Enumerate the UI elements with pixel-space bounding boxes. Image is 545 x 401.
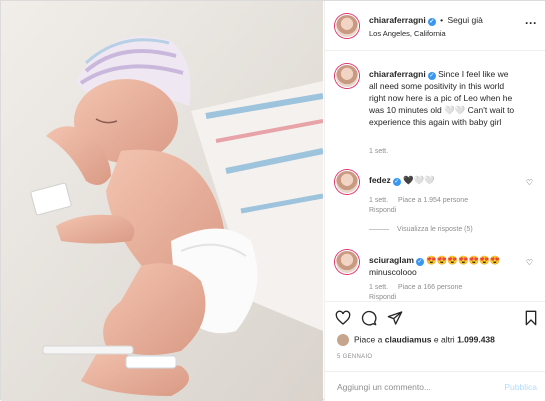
caption-body: chiaraferragni ✓ Since I feel like we all… — [369, 68, 519, 128]
action-bar — [325, 301, 545, 331]
comment-text: 🖤🤍🤍 — [403, 175, 435, 185]
heart-icon[interactable] — [333, 308, 353, 328]
location-link[interactable]: Los Angeles, California — [369, 29, 446, 38]
share-icon[interactable] — [385, 308, 405, 328]
header-separator: • — [440, 15, 444, 25]
comment-reply-row: Rispondi — [369, 207, 404, 214]
comment-time[interactable]: 1 sett. — [369, 197, 388, 204]
bookmark-icon[interactable] — [521, 308, 541, 328]
post-date[interactable]: 5 GENNAIO — [337, 354, 372, 360]
comment-likes[interactable]: Piace a 1.954 persone — [398, 197, 468, 204]
comment-avatar[interactable] — [335, 250, 359, 274]
likes-count[interactable]: 1.099.438 — [457, 334, 495, 344]
comment-icon[interactable] — [359, 308, 379, 328]
comment-username[interactable]: sciuraglam — [369, 255, 414, 265]
comments-section[interactable]: chiaraferragni ✓ Since I feel like we all… — [325, 52, 545, 302]
comment-time[interactable]: 1 sett. — [369, 284, 388, 291]
verified-badge-icon: ✓ — [415, 258, 424, 266]
post-header: chiaraferragni ✓ • Segui già Los Angeles,… — [325, 1, 545, 51]
caption-meta: 1 sett. — [369, 148, 396, 155]
comment-avatar[interactable] — [335, 170, 359, 194]
reply-button[interactable]: Rispondi — [369, 294, 396, 301]
comment-meta: 1 sett. Piace a 166 persone — [369, 284, 470, 291]
instagram-post-modal: chiaraferragni ✓ • Segui già Los Angeles,… — [0, 0, 545, 401]
caption-avatar[interactable] — [335, 64, 359, 88]
add-comment-input[interactable]: Aggiungi un commento... — [337, 382, 431, 392]
verified-badge-icon: ✓ — [392, 178, 401, 186]
likes-summary[interactable]: Piace a claudiamus e altri 1.099.438 — [337, 334, 495, 346]
author-username[interactable]: chiaraferragni — [369, 15, 426, 25]
publish-button[interactable]: Pubblica — [504, 382, 537, 392]
comment-like-heart-icon[interactable]: ♡ — [526, 258, 533, 267]
author-avatar[interactable] — [335, 14, 359, 38]
liker-avatar — [337, 334, 349, 346]
likes-prefix: Piace a — [354, 334, 383, 345]
comment-body: sciuraglam ✓ 😍😍😍😍😍😍😍 minuscolooo — [369, 254, 519, 278]
comment-reply-row: Rispondi — [369, 294, 404, 301]
following-button[interactable]: Segui già — [447, 15, 482, 25]
more-horizontal-icon[interactable]: ··· — [525, 16, 537, 30]
comment-likes[interactable]: Piace a 166 persone — [398, 284, 462, 291]
newborn-baby-photo — [1, 1, 323, 401]
likes-user[interactable]: claudiamus — [385, 334, 432, 344]
comment-body: fedez ✓ 🖤🤍🤍 — [369, 174, 519, 186]
verified-badge-icon: ✓ — [427, 72, 436, 80]
caption-time[interactable]: 1 sett. — [369, 148, 388, 155]
post-sidebar: chiaraferragni ✓ • Segui già Los Angeles,… — [324, 1, 545, 401]
view-replies-button[interactable]: Visualizza le risposte (5) — [369, 226, 473, 233]
comment-username[interactable]: fedez — [369, 175, 391, 185]
add-comment-bar: Aggiungi un commento... Pubblica — [325, 371, 545, 401]
comment-meta: 1 sett. Piace a 1.954 persone — [369, 197, 476, 204]
likes-suffix: e altri — [433, 334, 455, 345]
author-line: chiaraferragni ✓ • Segui già — [369, 15, 483, 26]
post-photo[interactable] — [1, 1, 323, 401]
verified-badge-icon: ✓ — [427, 18, 436, 26]
reply-button[interactable]: Rispondi — [369, 207, 396, 214]
caption-username[interactable]: chiaraferragni — [369, 69, 426, 79]
comment-like-heart-icon[interactable]: ♡ — [526, 178, 533, 187]
